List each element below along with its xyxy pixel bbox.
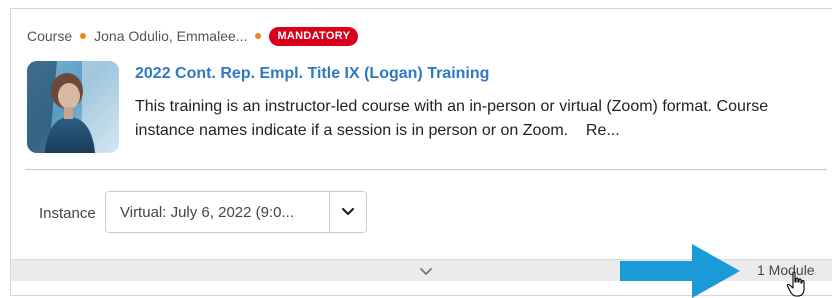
instance-dropdown-button[interactable] — [329, 192, 366, 232]
course-title-link[interactable]: 2022 Cont. Rep. Empl. Title IX (Logan) T… — [135, 65, 489, 83]
course-type-label: Course — [27, 28, 73, 44]
annotation-arrow-icon — [620, 244, 740, 298]
instance-selected-value[interactable]: Virtual: July 6, 2022 (9:0... — [106, 192, 329, 232]
course-description-text: This training is an instructor-led cours… — [135, 98, 769, 139]
course-thumbnail[interactable] — [27, 61, 119, 153]
mandatory-badge: MANDATORY — [269, 26, 359, 46]
separator-dot — [80, 33, 87, 39]
chevron-down-icon — [341, 207, 355, 216]
separator-dot — [255, 33, 262, 39]
read-more-link[interactable]: Re... — [586, 122, 620, 139]
instance-select[interactable]: Virtual: July 6, 2022 (9:0... — [105, 191, 367, 233]
course-description: This training is an instructor-led cours… — [135, 95, 825, 143]
course-meta: Course Jona Odulio, Emmalee... MANDATORY — [27, 25, 359, 47]
course-thumbnail-photo — [27, 61, 119, 153]
divider — [25, 169, 827, 170]
hand-cursor-icon — [786, 271, 805, 297]
course-authors: Jona Odulio, Emmalee... — [94, 28, 248, 44]
expand-chevron-icon[interactable] — [419, 264, 433, 282]
instance-label: Instance — [39, 205, 96, 222]
